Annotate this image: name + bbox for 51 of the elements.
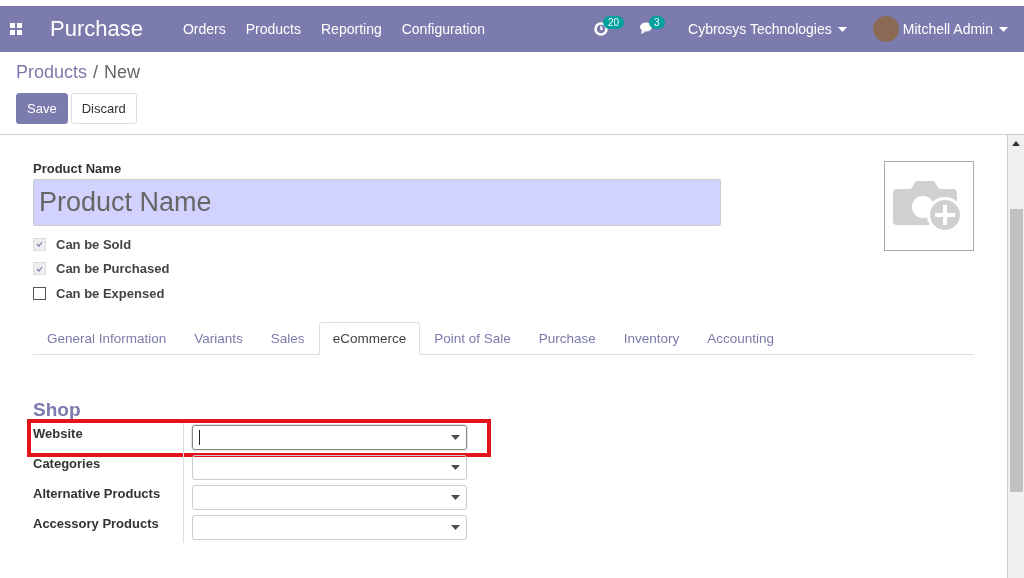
caret-icon (837, 26, 847, 32)
user-menu[interactable]: Mitchell Admin (902, 21, 1008, 37)
field-label: Alternative Products (33, 484, 162, 501)
caret-icon (451, 435, 460, 440)
breadcrumb-current: New (104, 62, 141, 83)
field-label: Product Name (33, 161, 123, 176)
scroll-up-icon[interactable] (1012, 141, 1020, 146)
check-icon (36, 241, 43, 248)
menu-item[interactable]: Orders (182, 21, 226, 37)
tab[interactable]: Variants (180, 321, 257, 355)
menu-item[interactable]: Products (245, 21, 301, 37)
scrollbar[interactable] (1007, 135, 1024, 578)
field-label: Accessory Products (33, 514, 160, 531)
select-field[interactable] (192, 425, 467, 450)
breadcrumb-separator: / (93, 62, 99, 83)
caret-icon (451, 465, 460, 470)
breadcrumb-link[interactable]: Products (16, 62, 88, 83)
activity-count: 20 (603, 16, 625, 29)
select-field[interactable] (192, 485, 467, 510)
tab[interactable]: General Information (33, 321, 181, 355)
apps-menu-icon[interactable] (10, 23, 22, 35)
app-name: Purchase (50, 16, 143, 42)
checkbox-label: Can be Expensed (56, 285, 165, 301)
image-upload[interactable] (884, 161, 974, 251)
tab[interactable]: eCommerce (318, 321, 421, 355)
user-avatar (872, 16, 899, 42)
checkbox-label: Can be Purchased (56, 261, 170, 277)
tab[interactable]: Purchase (524, 321, 610, 355)
menu-item[interactable]: Reporting (321, 21, 382, 37)
company-switcher[interactable]: Cybrosys Technologies (688, 21, 847, 37)
tab[interactable]: Accounting (693, 321, 789, 355)
caret-icon (451, 495, 460, 500)
caret-icon (999, 26, 1008, 32)
tab[interactable]: Inventory (609, 321, 694, 355)
save-button[interactable]: Save (16, 93, 68, 124)
tab[interactable]: Sales (256, 321, 319, 355)
checkbox[interactable] (33, 286, 46, 300)
menu-item[interactable]: Configuration (401, 21, 485, 37)
select-field[interactable] (192, 455, 467, 480)
caret-icon (451, 525, 460, 530)
field-label: Categories (33, 454, 102, 471)
product-name-field[interactable]: Product Name (33, 179, 721, 226)
message-count: 3 (649, 16, 665, 29)
section-title: Shop (33, 398, 82, 421)
clock-icon[interactable] (594, 22, 608, 36)
checkbox-label: Can be Sold (56, 236, 132, 252)
tab[interactable]: Point of Sale (420, 321, 525, 355)
check-icon (36, 265, 43, 272)
discard-button[interactable]: Discard (70, 93, 137, 124)
select-field[interactable] (192, 515, 467, 540)
field-label: Website (33, 424, 84, 441)
